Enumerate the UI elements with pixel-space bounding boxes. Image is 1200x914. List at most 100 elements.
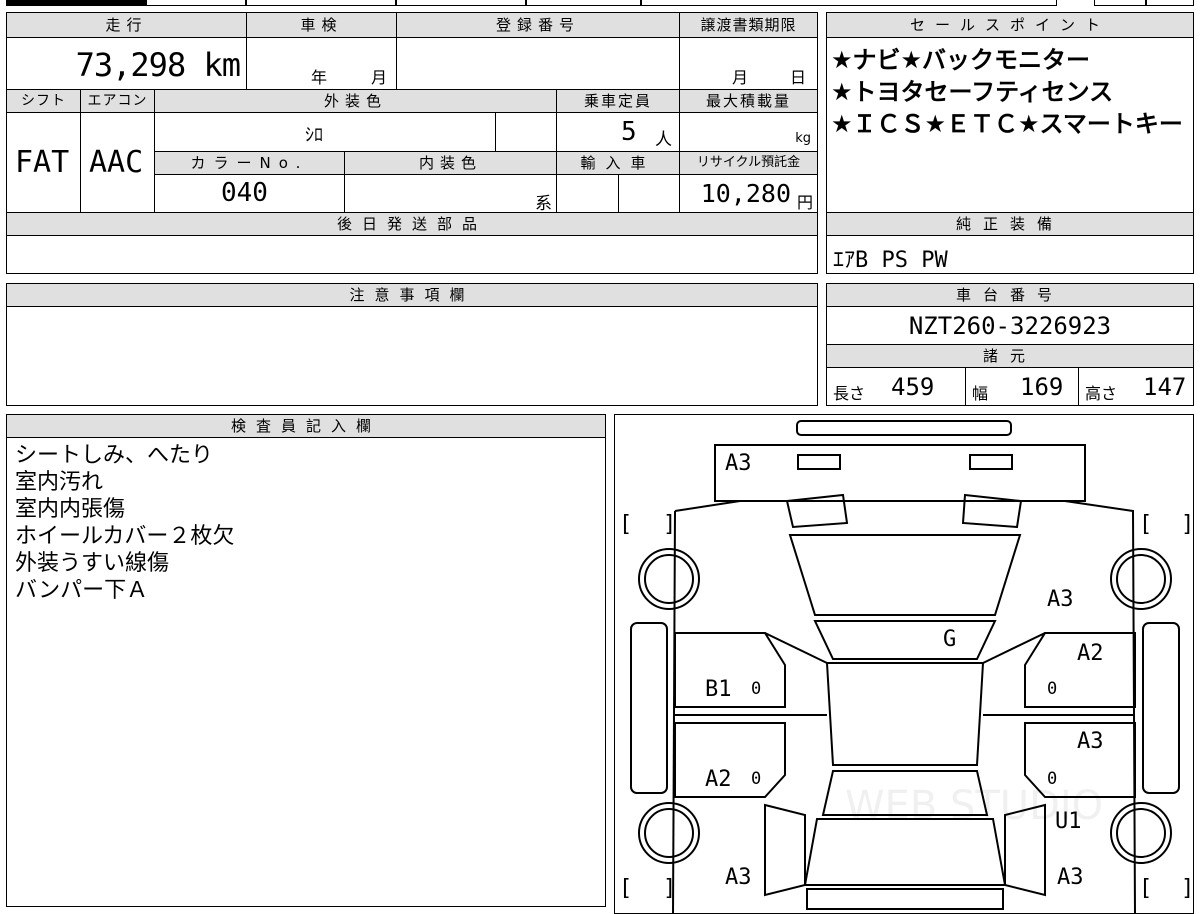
- transfer-day-unit: 日: [790, 68, 807, 87]
- top-strip-cell: [641, 0, 1057, 6]
- shift-value: FAT: [15, 145, 70, 180]
- mileage-value: 73,298 km: [75, 46, 241, 84]
- color-no-header: カラーNo.: [154, 151, 345, 175]
- mark-zero: 0: [1047, 679, 1058, 699]
- exterior-color-value: ｼﾛ: [305, 125, 323, 146]
- recycle-header: リサイクル預託金: [679, 151, 818, 175]
- capacity-value: 5: [621, 117, 637, 147]
- length-label: 長さ: [833, 384, 866, 403]
- color-no-value: 040: [221, 178, 268, 208]
- transfer-month-unit: 月: [732, 68, 749, 87]
- mark-left-rear-door: A2: [705, 767, 732, 792]
- svg-text:]: ]: [663, 512, 676, 537]
- interior-color-header: 内装色: [344, 151, 557, 175]
- inspector-cell: シートしみ、へたり 室内汚れ 室内内張傷 ホイールカバー２枚欠 外装うすい線傷 …: [6, 437, 606, 907]
- exterior-color-cell: ｼﾛ: [154, 112, 496, 152]
- top-strip-dark: [6, 0, 146, 6]
- mark-left-front-door: B1: [705, 677, 732, 702]
- cautions-header: 注意事項欄: [6, 283, 818, 307]
- later-parts-header: 後日発送部品: [6, 212, 818, 236]
- aircon-value: AAC: [89, 145, 144, 180]
- aircon-header: エアコン: [80, 89, 155, 113]
- genuine-equipment-cell: ｴｱB PS PW: [826, 235, 1194, 274]
- height-value: 147: [1143, 373, 1187, 401]
- aircon-cell: AAC: [80, 112, 155, 213]
- sales-point-cell: ★ナビ★バックモニター ★トヨタセーフティセンス ★ＩＣＳ★ＥＴＣ★スマートキー: [826, 37, 1194, 213]
- inspector-header: 検査員記入欄: [6, 414, 606, 438]
- transfer-deadline-cell: 月 日: [679, 37, 818, 90]
- svg-text:]: ]: [663, 876, 676, 901]
- specs-header: 諸元: [826, 344, 1194, 368]
- capacity-cell: 5 人: [556, 112, 680, 152]
- svg-text:]: ]: [1181, 876, 1194, 901]
- exterior-color-header: 外装色: [154, 89, 557, 113]
- mark-right-front-door: A2: [1077, 641, 1104, 666]
- later-parts-cell: [6, 235, 818, 274]
- shaken-month-unit: 月: [371, 68, 388, 87]
- exterior-color-extra-cell: [495, 112, 557, 152]
- recycle-value: 10,280: [700, 179, 791, 208]
- chassis-number-cell: NZT260-3226923: [826, 306, 1194, 345]
- interior-color-suffix: 系: [535, 194, 552, 213]
- shift-cell: FAT: [6, 112, 81, 213]
- shift-header: シフト: [6, 89, 81, 113]
- svg-text:]: ]: [1181, 512, 1194, 537]
- chassis-number-header: 車台番号: [826, 283, 1194, 307]
- recycle-unit: 円: [796, 193, 813, 212]
- mark-zero: 0: [751, 679, 762, 699]
- inspector-note: 室内汚れ: [15, 470, 104, 495]
- mark-zero: 0: [1047, 769, 1058, 789]
- car-diagram-frame: [] [] [] [] WEB STUDIO A3 A3 G A2 B1 A3 …: [614, 414, 1194, 914]
- shaken-year-unit: 年: [311, 68, 328, 87]
- inspector-note: ホイールカバー２枚欠: [15, 524, 235, 549]
- svg-text:[: [: [619, 512, 632, 537]
- top-strip-cell: [246, 0, 396, 6]
- sales-point-line: ★ナビ★バックモニター: [831, 46, 1091, 74]
- top-strip-cell: [526, 0, 641, 6]
- interior-color-cell: 系: [344, 174, 557, 213]
- registration-header: 登録番号: [396, 12, 680, 38]
- top-strip-cell: [1094, 0, 1146, 6]
- chassis-number-value: NZT260-3226923: [908, 312, 1112, 340]
- mark-right-rear-fender: U1: [1055, 809, 1082, 834]
- cautions-cell: [6, 306, 818, 406]
- height-label: 高さ: [1085, 384, 1118, 403]
- shaken-header: 車検: [246, 12, 397, 38]
- sales-point-line: ★ＩＣＳ★ＥＴＣ★スマートキー: [831, 110, 1183, 138]
- transfer-deadline-header: 譲渡書類期限: [679, 12, 818, 38]
- genuine-equipment-header: 純正装備: [826, 212, 1194, 236]
- capacity-header: 乗車定員: [556, 89, 680, 113]
- capacity-unit: 人: [655, 130, 672, 150]
- top-strip-cell: [146, 0, 246, 6]
- top-strip-cell: [1146, 0, 1194, 6]
- import-header: 輸入車: [556, 151, 680, 175]
- mark-front-bumper: A3: [725, 451, 752, 476]
- svg-text:[: [: [619, 876, 632, 901]
- inspector-note: 室内内張傷: [15, 497, 126, 522]
- max-load-cell: kg: [679, 112, 818, 152]
- length-value: 459: [891, 373, 935, 401]
- svg-text:[: [: [1139, 512, 1152, 537]
- mark-right-rear: A3: [1057, 865, 1084, 890]
- sales-point-line: ★トヨタセーフティセンス: [831, 78, 1114, 106]
- inspector-note: シートしみ、へたり: [15, 443, 214, 468]
- shaken-cell: 年 月: [246, 37, 397, 90]
- svg-text:[: [: [1139, 876, 1152, 901]
- inspector-note: 外装うすい線傷: [15, 551, 170, 576]
- mileage-cell: 73,298 km: [6, 37, 247, 90]
- sales-point-header: セールスポイント: [826, 12, 1194, 38]
- inspector-note: バンパー下Ａ: [15, 578, 149, 603]
- max-load-unit: kg: [795, 131, 811, 146]
- specs-height-cell: 高さ 147: [1078, 367, 1194, 406]
- recycle-cell: 10,280 円: [679, 174, 818, 213]
- width-label: 幅: [972, 384, 989, 403]
- mark-right-front-fender: A3: [1047, 587, 1074, 612]
- top-strip-cell: [396, 0, 526, 6]
- mark-zero: 0: [751, 769, 762, 789]
- registration-cell: [396, 37, 680, 90]
- mileage-header: 走行: [6, 12, 247, 38]
- specs-width-cell: 幅 169: [965, 367, 1079, 406]
- import-cell-b: [618, 174, 680, 213]
- mark-right-rear-door: A3: [1077, 729, 1104, 754]
- genuine-equipment-value: ｴｱB PS PW: [833, 248, 948, 273]
